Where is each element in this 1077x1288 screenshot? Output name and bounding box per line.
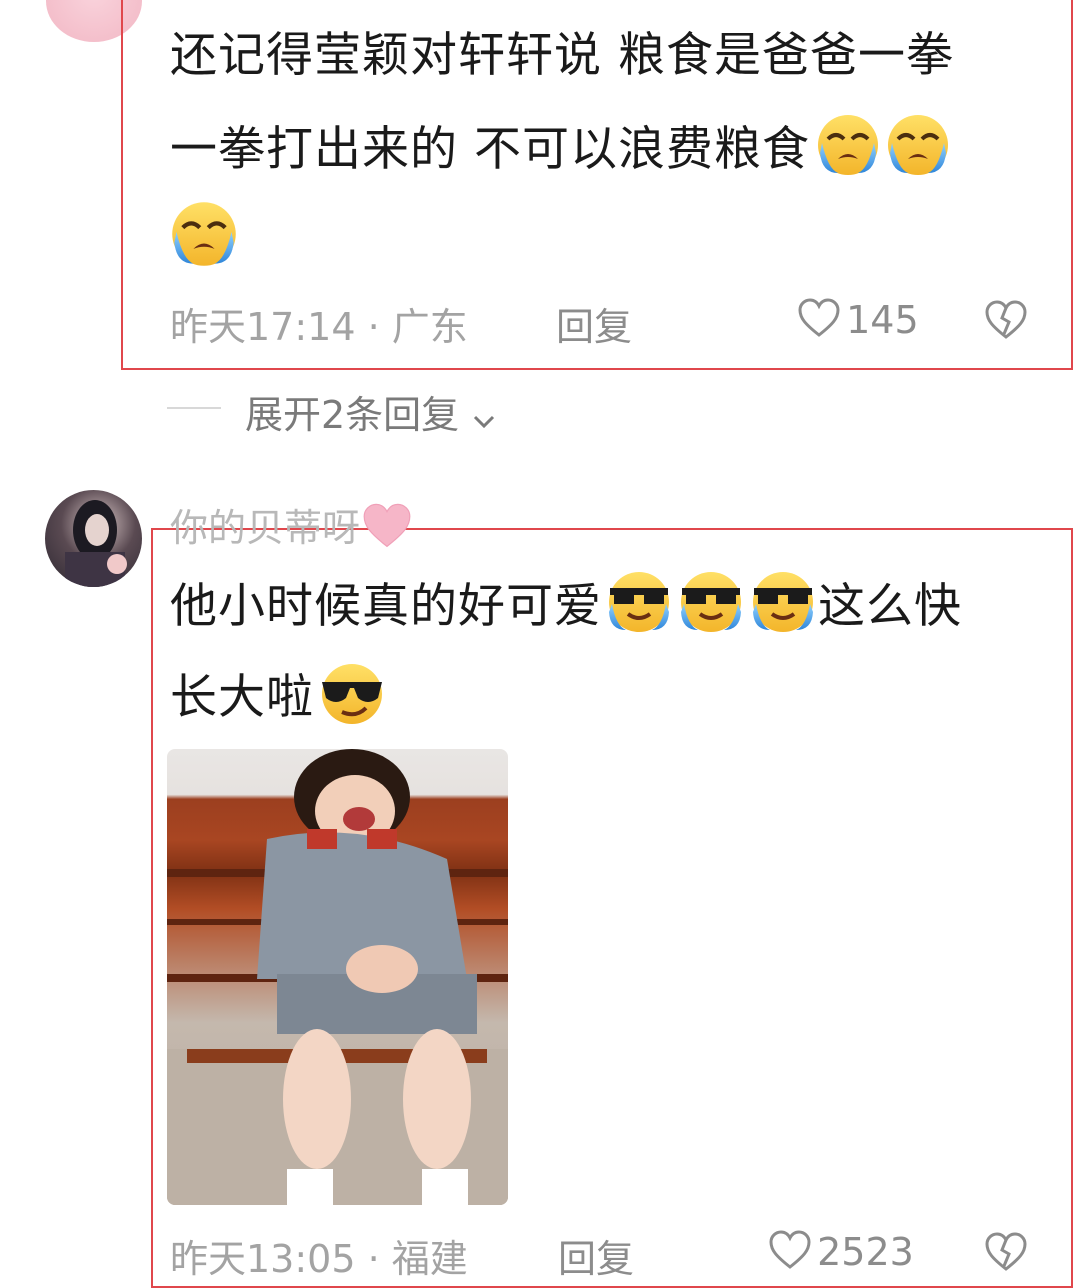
avatar[interactable] [45,490,142,587]
pink-heart-icon [360,502,414,559]
comment-meta: 昨天17:14 · 广东 [170,305,468,349]
username[interactable]: 你的贝蒂呀 [170,497,414,559]
chevron-down-icon [471,396,497,440]
comment-text: 长大啦 [170,670,314,725]
like-count: 2523 [817,1230,914,1274]
expand-replies-button[interactable]: 展开2条回复 [245,384,497,440]
broken-heart-icon [984,300,1028,344]
crying-child-photo [167,749,508,1205]
sunglasses-tears-icon [676,570,746,649]
heart-icon [768,1230,812,1274]
expand-replies-label: 展开2条回复 [245,393,460,437]
divider [167,407,221,409]
comment-meta: 昨天13:05 · 福建 [170,1237,468,1281]
dislike-button[interactable] [984,1232,1028,1276]
crying-face-icon [168,200,240,272]
comment-text: 一拳打出来的 不可以浪费粮食 [170,122,810,177]
username-text: 你的贝蒂呀 [170,506,361,550]
like-button[interactable]: 2523 [768,1230,914,1274]
dislike-button[interactable] [984,300,1028,344]
comment-text-line-2: 一拳打出来的 不可以浪费粮食 [170,113,952,192]
comment-text: 这么快 [818,579,962,634]
comment-text: 他小时候真的好可爱 [170,579,602,634]
comment-text-line-2: 长大啦 [170,660,388,741]
reply-button[interactable]: 回复 [558,1228,634,1283]
comment-image[interactable] [167,749,508,1205]
heart-icon [797,298,841,342]
like-count: 145 [846,298,919,342]
reply-button[interactable]: 回复 [556,296,632,351]
sunglasses-tears-icon [748,570,818,649]
comment-text-line: 还记得莹颖对轩轩说 粮食是爸爸一拳 [170,28,954,83]
like-button[interactable]: 145 [797,298,919,342]
crying-face-icon [884,113,952,192]
sunglasses-face-icon [316,660,388,741]
crying-face-icon [814,113,882,192]
broken-heart-icon [984,1232,1028,1276]
avatar-image [65,500,127,587]
comment-text-line: 他小时候真的好可爱 这么快 [170,570,962,649]
sunglasses-tears-icon [604,570,674,649]
